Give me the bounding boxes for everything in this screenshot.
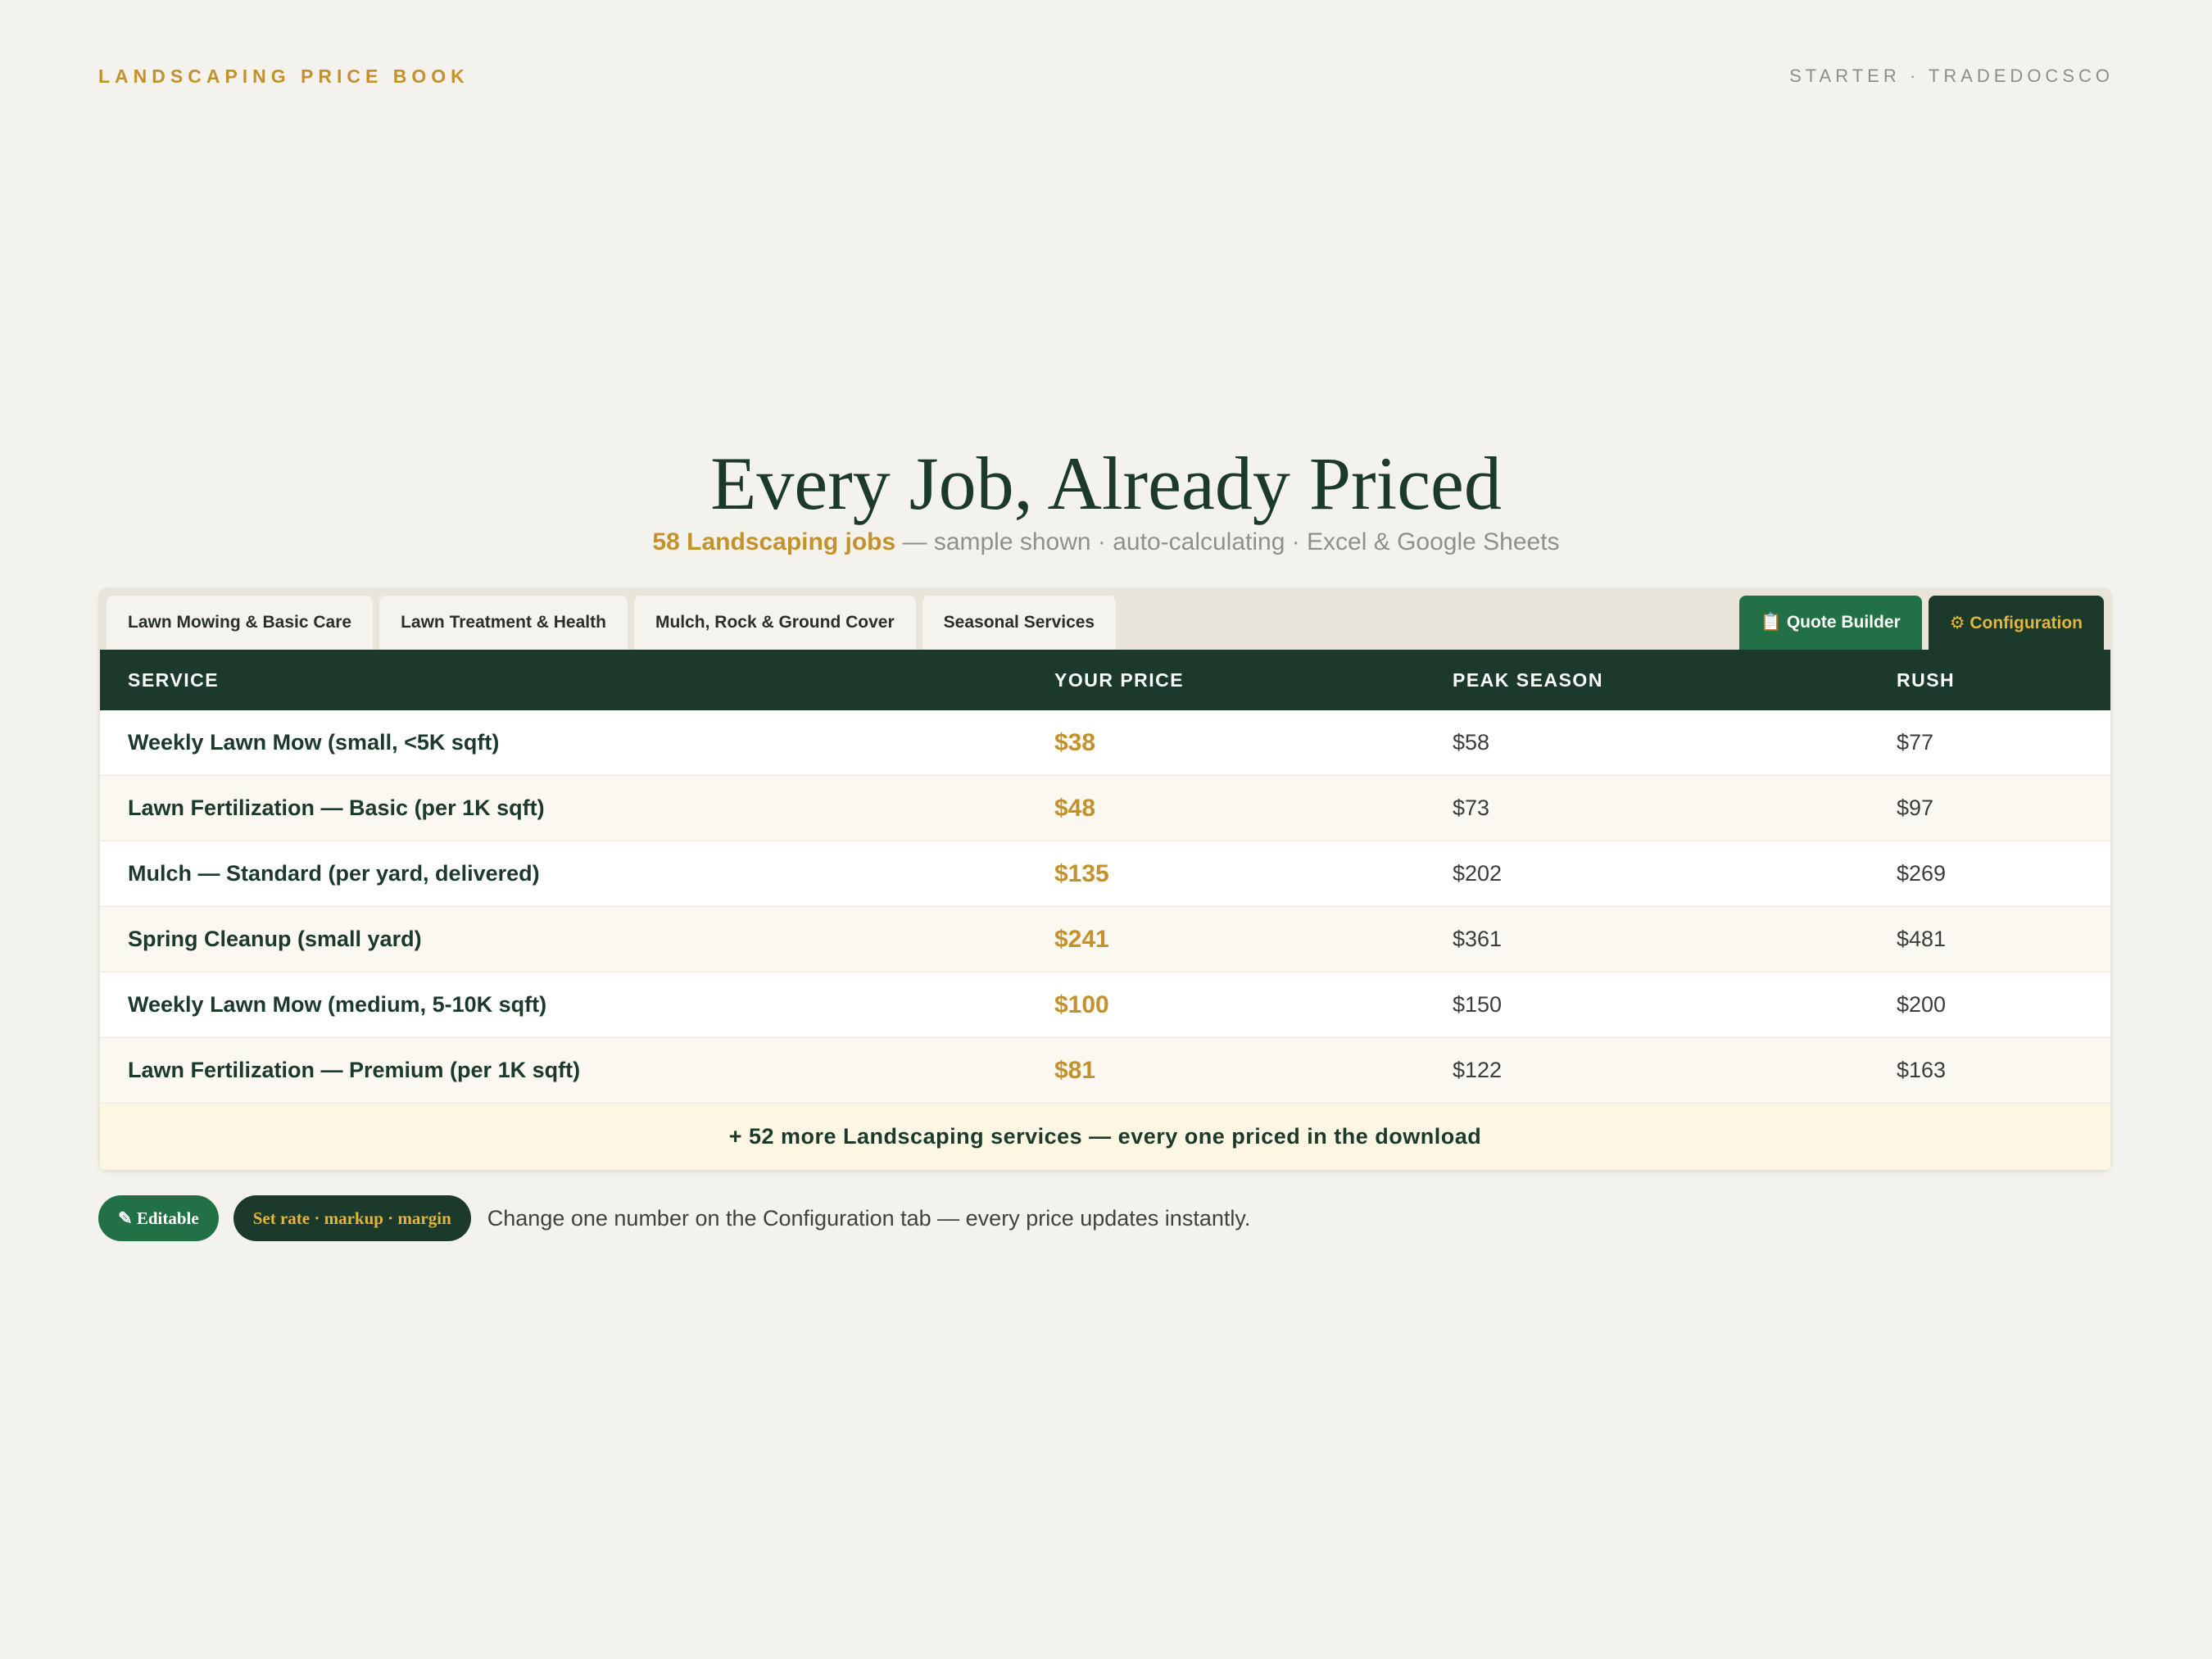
price-sheet-card: Lawn Mowing & Basic Care Lawn Treatment …	[98, 587, 2112, 1172]
your-price-cell: $48	[1054, 795, 1096, 822]
tab-seasonal-services[interactable]: Seasonal Services	[922, 596, 1117, 650]
your-price-cell: $100	[1054, 991, 1109, 1018]
table-body: Weekly Lawn Mow (small, <5K sqft) $38 $5…	[100, 710, 2110, 1104]
more-services-banner: + 52 more Landscaping services — every o…	[100, 1104, 2110, 1170]
table-row: Mulch — Standard (per yard, delivered) $…	[100, 841, 2110, 907]
sheet-tabs: Lawn Mowing & Basic Care Lawn Treatment …	[107, 596, 1117, 650]
table-row: Weekly Lawn Mow (small, <5K sqft) $38 $5…	[100, 710, 2110, 776]
quote-builder-tab[interactable]: 📋 Quote Builder	[1738, 596, 1922, 650]
jobs-count: 58 Landscaping jobs	[652, 528, 896, 555]
table-row: Lawn Fertilization — Basic (per 1K sqft)…	[100, 776, 2110, 841]
rush-cell: $481	[1897, 927, 1947, 951]
your-price-cell: $81	[1054, 1057, 1096, 1084]
sheet-actions: 📋 Quote Builder ⚙ Configuration	[1738, 596, 2104, 650]
brand-title: LANDSCAPING PRICE BOOK	[98, 66, 469, 87]
table-header: SERVICE YOUR PRICE PEAK SEASON RUSH	[100, 650, 2110, 710]
peak-season-cell: $361	[1453, 927, 1503, 951]
rush-cell: $77	[1897, 730, 1934, 755]
set-rate-badge: Set rate · markup · margin	[233, 1195, 471, 1241]
peak-season-cell: $202	[1453, 861, 1503, 886]
page-subtitle: 58 Landscaping jobs — sample shown · aut…	[0, 528, 2212, 556]
your-price-cell: $135	[1054, 860, 1109, 887]
rush-cell: $163	[1897, 1058, 1947, 1082]
footer-note: Change one number on the Configuration t…	[487, 1205, 1251, 1231]
table-row: Spring Cleanup (small yard) $241 $361 $4…	[100, 907, 2110, 972]
service-name: Lawn Fertilization — Premium (per 1K sqf…	[128, 1058, 581, 1082]
service-name: Lawn Fertilization — Basic (per 1K sqft)	[128, 796, 545, 820]
subtitle-text: — sample shown · auto-calculating · Exce…	[895, 528, 1560, 555]
page-title: Every Job, Already Priced	[710, 442, 1502, 525]
peak-season-cell: $58	[1453, 730, 1490, 755]
tab-lawn-mowing[interactable]: Lawn Mowing & Basic Care	[107, 596, 374, 650]
configuration-tab[interactable]: ⚙ Configuration	[1928, 596, 2104, 650]
table-row: Lawn Fertilization — Premium (per 1K sqf…	[100, 1038, 2110, 1104]
plan-meta: STARTER · TRADEDOCSCO	[1789, 66, 2114, 86]
peak-season-cell: $150	[1453, 992, 1503, 1017]
service-name: Weekly Lawn Mow (medium, 5-10K sqft)	[128, 992, 547, 1017]
tab-lawn-treatment[interactable]: Lawn Treatment & Health	[379, 596, 628, 650]
peak-season-cell: $122	[1453, 1058, 1503, 1082]
column-header-peak-season: PEAK SEASON	[1453, 669, 1603, 691]
service-name: Weekly Lawn Mow (small, <5K sqft)	[128, 730, 500, 755]
tab-mulch-rock[interactable]: Mulch, Rock & Ground Cover	[633, 596, 916, 650]
service-name: Spring Cleanup (small yard)	[128, 927, 422, 951]
column-header-rush: RUSH	[1897, 669, 1956, 691]
column-header-service: SERVICE	[128, 669, 220, 691]
column-header-your-price: YOUR PRICE	[1054, 669, 1185, 691]
rush-cell: $200	[1897, 992, 1947, 1017]
your-price-cell: $241	[1054, 926, 1109, 953]
editable-badge: ✎ Editable	[98, 1195, 219, 1241]
your-price-cell: $38	[1054, 729, 1096, 756]
service-name: Mulch — Standard (per yard, delivered)	[128, 861, 540, 886]
rush-cell: $97	[1897, 796, 1934, 820]
rush-cell: $269	[1897, 861, 1947, 886]
footer-bar: ✎ Editable Set rate · markup · margin Ch…	[98, 1195, 1250, 1241]
table-row: Weekly Lawn Mow (medium, 5-10K sqft) $10…	[100, 972, 2110, 1038]
peak-season-cell: $73	[1453, 796, 1490, 820]
